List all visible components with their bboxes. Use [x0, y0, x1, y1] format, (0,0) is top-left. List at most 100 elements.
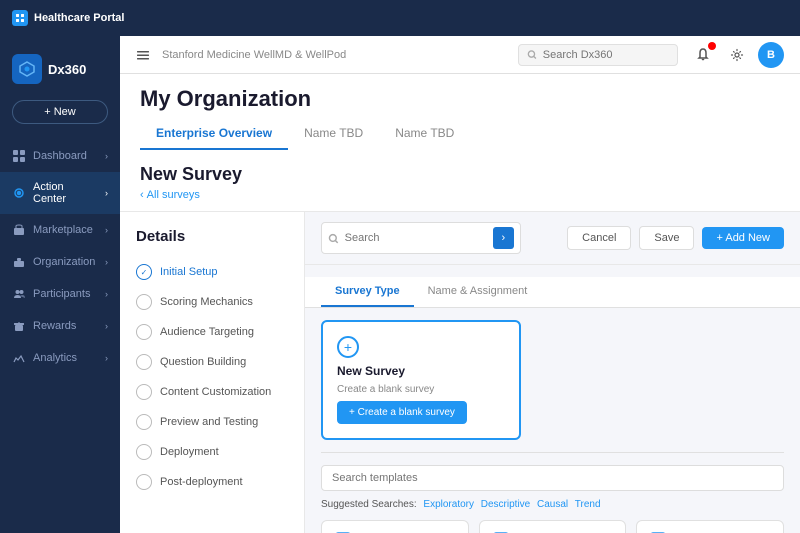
tag-descriptive[interactable]: Descriptive [481, 499, 530, 510]
chevron-icon: › [105, 225, 108, 235]
search-go-button[interactable]: › [493, 227, 514, 249]
sidebar-item-action-center[interactable]: Action Center › [0, 172, 120, 214]
breadcrumb: Stanford Medicine WellMD & WellPod [162, 49, 506, 61]
participants-icon [12, 287, 26, 301]
settings-icon[interactable] [724, 42, 750, 68]
tag-exploratory[interactable]: Exploratory [423, 499, 474, 510]
step-label: Scoring Mechanics [160, 296, 253, 308]
templates-search-input[interactable] [321, 465, 784, 491]
logo: Dx360 [0, 44, 120, 100]
sidebar-item-label: Organization [33, 256, 95, 268]
step-circle [136, 354, 152, 370]
template-card-3[interactable]: Template Name Template name description … [636, 520, 784, 533]
tag-trend[interactable]: Trend [575, 499, 601, 510]
step-audience[interactable]: Audience Targeting [120, 317, 304, 347]
step-circle [136, 324, 152, 340]
create-blank-button[interactable]: + Create a blank survey [337, 401, 467, 424]
survey-right: › Cancel Save + Add New Survey Type Name… [305, 212, 800, 533]
step-post[interactable]: Post-deployment [120, 467, 304, 497]
step-scoring[interactable]: Scoring Mechanics [120, 287, 304, 317]
add-new-button[interactable]: + Add New [702, 227, 784, 249]
toolbar-search-input[interactable] [345, 232, 487, 244]
content-area: Stanford Medicine WellMD & WellPod B My … [120, 36, 800, 533]
back-arrow: ‹ [140, 189, 144, 201]
search-box[interactable] [518, 44, 678, 66]
step-preview[interactable]: Preview and Testing [120, 407, 304, 437]
top-bar: Healthcare Portal [0, 0, 800, 36]
step-initial-setup[interactable]: ✓ Initial Setup [120, 257, 304, 287]
step-label: Question Building [160, 356, 246, 368]
step-circle [136, 384, 152, 400]
analytics-icon [12, 351, 26, 365]
tab-enterprise-overview[interactable]: Enterprise Overview [140, 120, 288, 150]
tab-survey-type[interactable]: Survey Type [321, 277, 414, 307]
toolbar-search[interactable]: › [321, 222, 521, 254]
save-button[interactable]: Save [639, 226, 694, 250]
sidebar-item-label: Participants [33, 288, 90, 300]
sidebar-item-label: Action Center [33, 181, 98, 205]
new-button[interactable]: + New [12, 100, 108, 124]
tab-name-assignment[interactable]: Name & Assignment [414, 277, 542, 307]
back-link[interactable]: ‹ All surveys [140, 189, 780, 201]
step-circle [136, 444, 152, 460]
back-label: All surveys [147, 189, 200, 201]
brand-label: Healthcare Portal [34, 12, 124, 24]
tag-causal[interactable]: Causal [537, 499, 568, 510]
sidebar-item-rewards[interactable]: Rewards › [0, 310, 120, 342]
sidebar-item-analytics[interactable]: Analytics › [0, 342, 120, 374]
notification-badge [708, 42, 716, 50]
main-layout: Dx360 + New Dashboard › Action Center › [0, 36, 800, 533]
step-circle [136, 474, 152, 490]
survey-content: Survey Type Name & Assignment + New Surv… [305, 265, 800, 533]
chevron-icon: › [105, 151, 108, 161]
new-survey-card: + New Survey Create a blank survey + Cre… [321, 320, 521, 440]
step-content[interactable]: Content Customization [120, 377, 304, 407]
content-tabs: Survey Type Name & Assignment [305, 277, 800, 308]
notification-bell[interactable] [690, 42, 716, 68]
logo-icon [12, 54, 42, 84]
page-tabs: Enterprise Overview Name TBD Name TBD [140, 120, 780, 150]
avatar[interactable]: B [758, 42, 784, 68]
sidebar-item-label: Dashboard [33, 150, 87, 162]
survey-body: Details ✓ Initial Setup Scoring Mechanic… [120, 212, 800, 533]
sidebar-item-dashboard[interactable]: Dashboard › [0, 140, 120, 172]
rewards-icon [12, 319, 26, 333]
step-label: Deployment [160, 446, 219, 458]
survey-section-header: New Survey ‹ All surveys [120, 150, 800, 212]
page-title: My Organization [140, 86, 780, 112]
organization-icon [12, 255, 26, 269]
step-label: Post-deployment [160, 476, 243, 488]
dashboard-icon [12, 149, 26, 163]
chevron-icon: › [105, 257, 108, 267]
chevron-icon: › [105, 188, 108, 198]
chevron-icon: › [105, 321, 108, 331]
new-survey-card-desc: Create a blank survey [337, 384, 505, 395]
new-survey-icon: + [337, 336, 359, 358]
steps-sidebar: Details ✓ Initial Setup Scoring Mechanic… [120, 212, 305, 533]
sidebar-item-marketplace[interactable]: Marketplace › [0, 214, 120, 246]
step-circle: ✓ [136, 264, 152, 280]
suggested-label: Suggested Searches: [321, 499, 417, 510]
step-question[interactable]: Question Building [120, 347, 304, 377]
new-survey-card-title: New Survey [337, 364, 505, 378]
template-card-2[interactable]: Template Name Template name description … [479, 520, 627, 533]
step-label: Content Customization [160, 386, 271, 398]
sidebar: Dx360 + New Dashboard › Action Center › [0, 36, 120, 533]
tab-name-tbd-1[interactable]: Name TBD [288, 120, 379, 150]
sidebar-item-label: Rewards [33, 320, 76, 332]
sidebar-item-participants[interactable]: Participants › [0, 278, 120, 310]
template-card-1[interactable]: Template Name Template name description … [321, 520, 469, 533]
cancel-button[interactable]: Cancel [567, 226, 631, 250]
step-circle [136, 294, 152, 310]
survey-toolbar: › Cancel Save + Add New [305, 212, 800, 265]
search-input[interactable] [543, 49, 669, 61]
survey-title: New Survey [140, 164, 780, 185]
chevron-icon: › [105, 353, 108, 363]
tab-name-tbd-2[interactable]: Name TBD [379, 120, 470, 150]
step-deployment[interactable]: Deployment [120, 437, 304, 467]
sidebar-item-organization[interactable]: Organization › [0, 246, 120, 278]
step-label: Preview and Testing [160, 416, 258, 428]
step-label: Audience Targeting [160, 326, 254, 338]
step-label: Initial Setup [160, 266, 217, 278]
top-bar-brand: Healthcare Portal [12, 10, 124, 26]
